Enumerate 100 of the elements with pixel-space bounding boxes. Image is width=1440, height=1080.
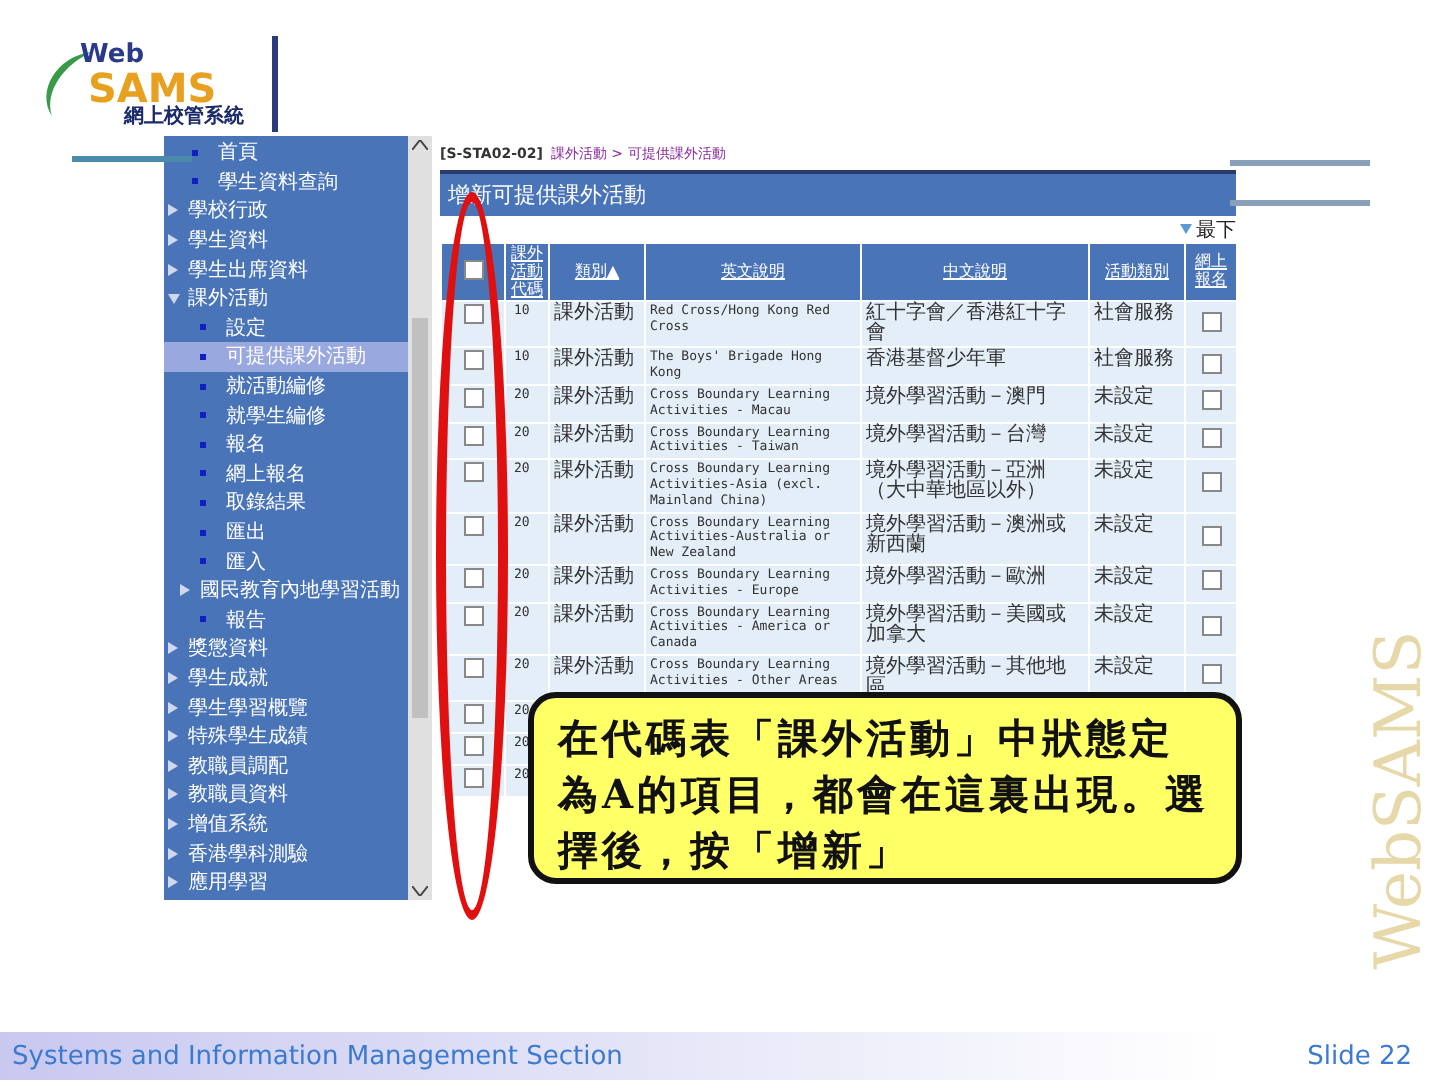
online-checkbox[interactable] — [1201, 570, 1221, 591]
sidebar-item[interactable]: 教職員調配 — [164, 750, 408, 781]
sidebar-item[interactable]: 匯入 — [164, 546, 408, 576]
triangle-icon — [168, 204, 178, 217]
online-checkbox[interactable] — [1201, 472, 1221, 493]
table-cell: 課外活動 — [554, 385, 634, 408]
logo-text: Web — [80, 41, 146, 67]
table-cell: 課外活動 — [554, 565, 634, 588]
sidebar-item[interactable]: 取錄結果 — [164, 488, 408, 518]
table-cell: 課外活動 — [554, 655, 634, 678]
triangle-icon — [180, 584, 190, 597]
sidebar-item[interactable]: 學生出席資料 — [164, 254, 408, 284]
sidebar-item[interactable]: 就活動編修 — [164, 371, 408, 401]
triangle-icon — [168, 263, 178, 276]
column-header[interactable]: 活動類別 — [1089, 243, 1185, 302]
sidebar-item[interactable]: 學生學習概覽 — [164, 692, 408, 722]
sidebar-item[interactable]: 特殊學生成績 — [164, 721, 408, 751]
sidebar-item[interactable]: 獎懲資料 — [164, 634, 408, 664]
sidebar-item[interactable]: 報名 — [164, 429, 408, 460]
row-checkbox[interactable] — [463, 462, 483, 483]
bullet-icon — [200, 499, 206, 506]
bullet-icon — [200, 383, 206, 390]
row-checkbox[interactable] — [463, 735, 483, 756]
triangle-icon — [168, 847, 178, 860]
table-cell: 課外活動 — [554, 513, 634, 536]
scrollbar[interactable] — [408, 136, 432, 900]
table-cell: 紅十字會／香港紅十字會 — [866, 302, 1066, 345]
sidebar-item[interactable]: 增值系統 — [164, 809, 408, 839]
table-cell: 未設定 — [1094, 460, 1154, 483]
table-cell: 課外活動 — [554, 423, 634, 446]
sidebar-item[interactable]: 首頁 — [164, 138, 408, 168]
table-cell: 未設定 — [1094, 513, 1154, 536]
table-cell: 境外學習活動－澳洲或新西蘭 — [866, 513, 1066, 556]
table-cell: 課外活動 — [554, 603, 634, 626]
sidebar-item[interactable]: 學生資料 — [164, 225, 408, 255]
online-checkbox[interactable] — [1201, 427, 1221, 448]
triangle-icon — [168, 671, 178, 684]
column-header[interactable]: 中文說明 — [861, 243, 1089, 302]
sidebar-item[interactable]: 國民教育內地學習活動 — [164, 575, 408, 605]
sidebar-item[interactable]: 報告 — [164, 605, 408, 635]
bullet-icon — [200, 353, 206, 360]
triangle-icon — [168, 730, 178, 743]
sidebar-item[interactable]: 設定 — [164, 313, 408, 343]
triangle-icon — [168, 701, 178, 714]
sidebar-item[interactable]: 課外活動 — [164, 283, 408, 314]
table-cell: 未設定 — [1094, 385, 1154, 408]
row-checkbox[interactable] — [463, 567, 483, 588]
logo-subtitle: 網上校管系統 — [124, 107, 244, 127]
table-cell: 境外學習活動－歐洲 — [866, 565, 1046, 588]
table-cell: 境外學習活動－亞洲（大中華地區以外） — [866, 460, 1046, 503]
sidebar-item[interactable]: 就學生編修 — [164, 400, 408, 430]
row-checkbox[interactable] — [463, 605, 483, 626]
online-checkbox[interactable] — [1201, 390, 1221, 411]
online-checkbox[interactable] — [1201, 664, 1221, 685]
row-checkbox[interactable] — [463, 767, 483, 788]
table-cell: 社會服務 — [1094, 302, 1174, 325]
bullet-icon — [200, 324, 206, 331]
table-cell: 課外活動 — [554, 348, 634, 371]
table-cell: 未設定 — [1094, 655, 1154, 678]
row-checkbox[interactable] — [463, 703, 483, 724]
column-header[interactable]: 網上報名 — [1185, 243, 1237, 302]
bullet-icon — [200, 412, 206, 419]
scroll-thumb[interactable] — [412, 318, 428, 718]
online-checkbox[interactable] — [1201, 311, 1221, 332]
jump-link[interactable]: 最下 — [1196, 215, 1236, 243]
sidebar-item[interactable]: 網上報名 — [164, 459, 408, 489]
row-checkbox[interactable] — [463, 304, 483, 325]
column-header[interactable]: 英文說明 — [645, 243, 861, 302]
table-cell: 課外活動 — [554, 302, 634, 325]
sidebar-item[interactable]: 學生資料查詢 — [164, 167, 408, 197]
online-checkbox[interactable] — [1201, 353, 1221, 374]
bullet-icon — [200, 558, 206, 565]
sidebar-item[interactable]: 教職員資料 — [164, 780, 408, 810]
table-cell: 香港基督少年軍 — [866, 348, 1006, 371]
triangle-icon — [168, 234, 178, 247]
row-checkbox[interactable] — [463, 387, 483, 408]
sidebar-item[interactable]: 香港學科測驗 — [164, 838, 408, 868]
column-header[interactable]: 類別▲ — [549, 243, 645, 302]
sidebar-item[interactable]: 學校行政 — [164, 196, 408, 226]
row-checkbox[interactable] — [463, 425, 483, 446]
sidebar-item[interactable]: 應用學習 — [164, 867, 408, 897]
online-checkbox[interactable] — [1201, 615, 1221, 636]
column-header[interactable]: 課外活動代碼 — [505, 243, 549, 302]
callout-note: 在代碼表「課外活動」中狀態定為A的項目，都會在這裏出現。選擇後，按「增新」 — [528, 692, 1242, 884]
select-all-checkbox[interactable] — [463, 259, 483, 280]
triangle-icon — [168, 759, 178, 772]
row-checkbox[interactable] — [463, 350, 483, 371]
bullet-icon — [192, 178, 198, 185]
table-cell: 未設定 — [1094, 423, 1154, 446]
table-cell: 未設定 — [1094, 565, 1154, 588]
sidebar-item[interactable]: 匯出 — [164, 517, 408, 547]
down-triangle-icon — [1180, 224, 1192, 234]
row-checkbox[interactable] — [463, 515, 483, 536]
online-checkbox[interactable] — [1201, 525, 1221, 546]
table-cell: 境外學習活動－台灣 — [866, 423, 1046, 446]
sidebar-item[interactable]: 學生成就 — [164, 663, 408, 693]
row-checkbox[interactable] — [463, 657, 483, 678]
table-cell: 社會服務 — [1094, 348, 1174, 371]
bullet-icon — [200, 441, 206, 448]
bullet-icon — [200, 616, 206, 623]
